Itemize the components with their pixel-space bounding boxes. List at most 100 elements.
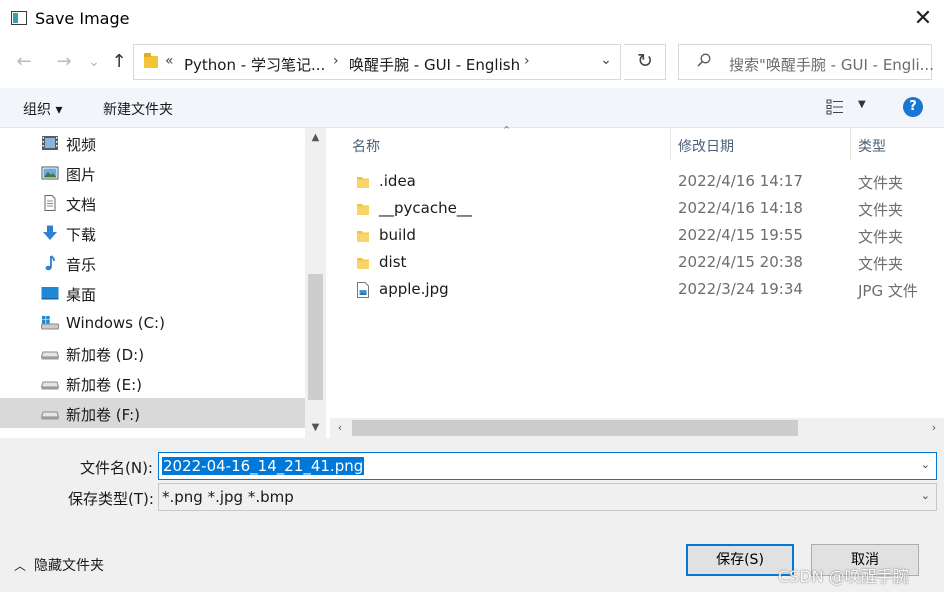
desktop-icon bbox=[41, 287, 59, 300]
overflow-icon[interactable]: « bbox=[165, 53, 174, 69]
column-header-date[interactable]: 修改日期 bbox=[678, 136, 734, 156]
file-row[interactable]: .idea 2022/4/16 14:17 文件夹 bbox=[330, 169, 944, 196]
close-icon[interactable]: ✕ bbox=[908, 6, 938, 32]
folder-icon bbox=[357, 231, 369, 242]
sidebar-scrollbar[interactable]: ▲ ▼ bbox=[305, 128, 326, 438]
column-header-name[interactable]: 名称 bbox=[352, 136, 380, 156]
chevron-down-icon[interactable]: ⌄ bbox=[594, 52, 618, 68]
app-icon bbox=[11, 11, 27, 25]
file-date: 2022/3/24 19:34 bbox=[678, 280, 803, 298]
search-placeholder: 搜索"唤醒手腕 - GUI - Engli... bbox=[729, 56, 934, 74]
address-bar[interactable]: « Python - 学习笔记... › 唤醒手腕 - GUI - Englis… bbox=[133, 44, 621, 80]
sidebar-item-label: 新加卷 (D:) bbox=[66, 346, 145, 364]
search-input[interactable]: 搜索"唤醒手腕 - GUI - Engli... bbox=[678, 44, 934, 80]
file-date: 2022/4/16 14:18 bbox=[678, 199, 803, 217]
folder-icon bbox=[144, 53, 158, 68]
sidebar-item-videos[interactable]: 视频 bbox=[0, 128, 305, 158]
refresh-button[interactable]: ↻ bbox=[624, 44, 666, 80]
filetype-value: *.png *.jpg *.bmp bbox=[162, 488, 294, 506]
file-list-scrollbar[interactable]: ‹ › bbox=[330, 418, 944, 438]
sidebar-item-label: 新加卷 (F:) bbox=[66, 406, 140, 424]
drive-icon bbox=[41, 411, 59, 420]
file-date: 2022/4/15 20:38 bbox=[678, 253, 803, 271]
column-divider[interactable] bbox=[850, 128, 851, 160]
help-icon[interactable]: ? bbox=[903, 97, 923, 117]
image-file-icon bbox=[357, 282, 369, 298]
video-icon bbox=[42, 136, 58, 150]
filetype-select[interactable]: *.png *.jpg *.bmp ⌄ bbox=[158, 483, 937, 511]
window-title: Save Image bbox=[35, 9, 130, 28]
sidebar-item-label: 下载 bbox=[66, 226, 97, 244]
file-type: 文件夹 bbox=[858, 201, 904, 219]
file-type: JPG 文件 bbox=[858, 282, 918, 300]
file-name: apple.jpg bbox=[379, 280, 449, 298]
file-row[interactable]: apple.jpg 2022/3/24 19:34 JPG 文件 bbox=[330, 277, 944, 304]
music-icon bbox=[45, 255, 55, 271]
file-row[interactable]: dist 2022/4/15 20:38 文件夹 bbox=[330, 250, 944, 277]
scrollbar-thumb[interactable] bbox=[352, 420, 798, 436]
file-name: dist bbox=[379, 253, 407, 271]
chevron-down-icon[interactable]: ⌄ bbox=[921, 458, 930, 471]
file-date: 2022/4/15 19:55 bbox=[678, 226, 803, 244]
hide-folders-label: 隐藏文件夹 bbox=[34, 558, 104, 574]
column-divider[interactable] bbox=[670, 128, 671, 160]
file-name: .idea bbox=[379, 172, 416, 190]
scrollbar-thumb[interactable] bbox=[308, 274, 323, 400]
organize-button[interactable]: 组织 ▾ bbox=[23, 99, 62, 119]
drive-icon bbox=[41, 351, 59, 360]
sidebar-item-pictures[interactable]: 图片 bbox=[0, 158, 305, 188]
sidebar-item-downloads[interactable]: 下载 bbox=[0, 218, 305, 248]
sidebar-item-drive-e[interactable]: 新加卷 (E:) bbox=[0, 368, 305, 398]
sort-ascending-icon: ⌃ bbox=[502, 124, 512, 137]
breadcrumb-separator[interactable]: › bbox=[524, 53, 530, 69]
sidebar-item-label: 新加卷 (E:) bbox=[66, 376, 143, 394]
sidebar-item-desktop[interactable]: 桌面 bbox=[0, 278, 305, 308]
file-list: ⌃ 名称 修改日期 类型 .idea 2022/4/16 14:17 文件夹 _… bbox=[330, 124, 944, 438]
watermark: CSDN @唤醒手腕 bbox=[778, 567, 909, 586]
pictures-icon bbox=[41, 166, 59, 180]
breadcrumb-current[interactable]: 唤醒手腕 - GUI - English bbox=[349, 54, 520, 75]
new-folder-button[interactable]: 新建文件夹 bbox=[103, 99, 173, 119]
sidebar-item-music[interactable]: 音乐 bbox=[0, 248, 305, 278]
view-options-icon[interactable]: ▼ bbox=[858, 99, 866, 110]
file-type: 文件夹 bbox=[858, 228, 904, 246]
sidebar-item-documents[interactable]: 文档 bbox=[0, 188, 305, 218]
file-name: build bbox=[379, 226, 416, 244]
breadcrumb-separator[interactable]: › bbox=[333, 53, 339, 69]
search-icon bbox=[697, 53, 711, 67]
filetype-label: 保存类型(T): bbox=[68, 490, 154, 508]
sidebar-item-drive-d[interactable]: 新加卷 (D:) bbox=[0, 338, 305, 368]
file-row[interactable]: build 2022/4/15 19:55 文件夹 bbox=[330, 223, 944, 250]
back-icon[interactable]: ← bbox=[12, 50, 36, 74]
scroll-left-icon[interactable]: ‹ bbox=[330, 418, 350, 438]
hide-folders-toggle[interactable]: ︿ 隐藏文件夹 bbox=[14, 555, 104, 575]
chevron-down-icon[interactable]: ⌄ bbox=[921, 489, 930, 502]
file-type: 文件夹 bbox=[858, 174, 904, 192]
command-bar: 组织 ▾ 新建文件夹 ▼ ? bbox=[0, 88, 944, 128]
sidebar-item-label: 音乐 bbox=[66, 256, 97, 274]
title-bar: Save Image ✕ bbox=[0, 0, 944, 38]
file-row[interactable]: __pycache__ 2022/4/16 14:18 文件夹 bbox=[330, 196, 944, 223]
column-header-type[interactable]: 类型 bbox=[858, 136, 886, 156]
recent-locations-icon[interactable]: ⌄ bbox=[82, 50, 106, 74]
folder-icon bbox=[357, 177, 369, 188]
view-details-icon[interactable] bbox=[826, 99, 844, 115]
sidebar-item-drive-c[interactable]: Windows (C:) bbox=[0, 308, 305, 338]
sidebar-item-drive-f[interactable]: 新加卷 (F:) bbox=[0, 398, 305, 428]
scroll-down-icon[interactable]: ▼ bbox=[305, 418, 326, 438]
filename-input[interactable]: 2022-04-16_14_21_41.png ⌄ bbox=[158, 452, 937, 480]
sidebar-item-label: Windows (C:) bbox=[66, 314, 165, 332]
scroll-up-icon[interactable]: ▲ bbox=[305, 128, 326, 148]
up-icon[interactable]: ↑ bbox=[107, 50, 131, 74]
documents-icon bbox=[44, 195, 56, 211]
breadcrumb-python[interactable]: Python - 学习笔记... bbox=[184, 54, 325, 75]
sidebar-item-label: 视频 bbox=[66, 136, 97, 154]
scroll-right-icon[interactable]: › bbox=[924, 418, 944, 438]
folder-icon bbox=[357, 204, 369, 215]
refresh-icon: ↻ bbox=[637, 50, 653, 72]
folder-icon bbox=[357, 258, 369, 269]
sidebar-item-label: 桌面 bbox=[66, 286, 97, 304]
navigation-bar: ← → ⌄ ↑ « Python - 学习笔记... › 唤醒手腕 - GUI … bbox=[0, 40, 944, 84]
drive-icon bbox=[41, 381, 59, 390]
forward-icon[interactable]: → bbox=[52, 50, 76, 74]
